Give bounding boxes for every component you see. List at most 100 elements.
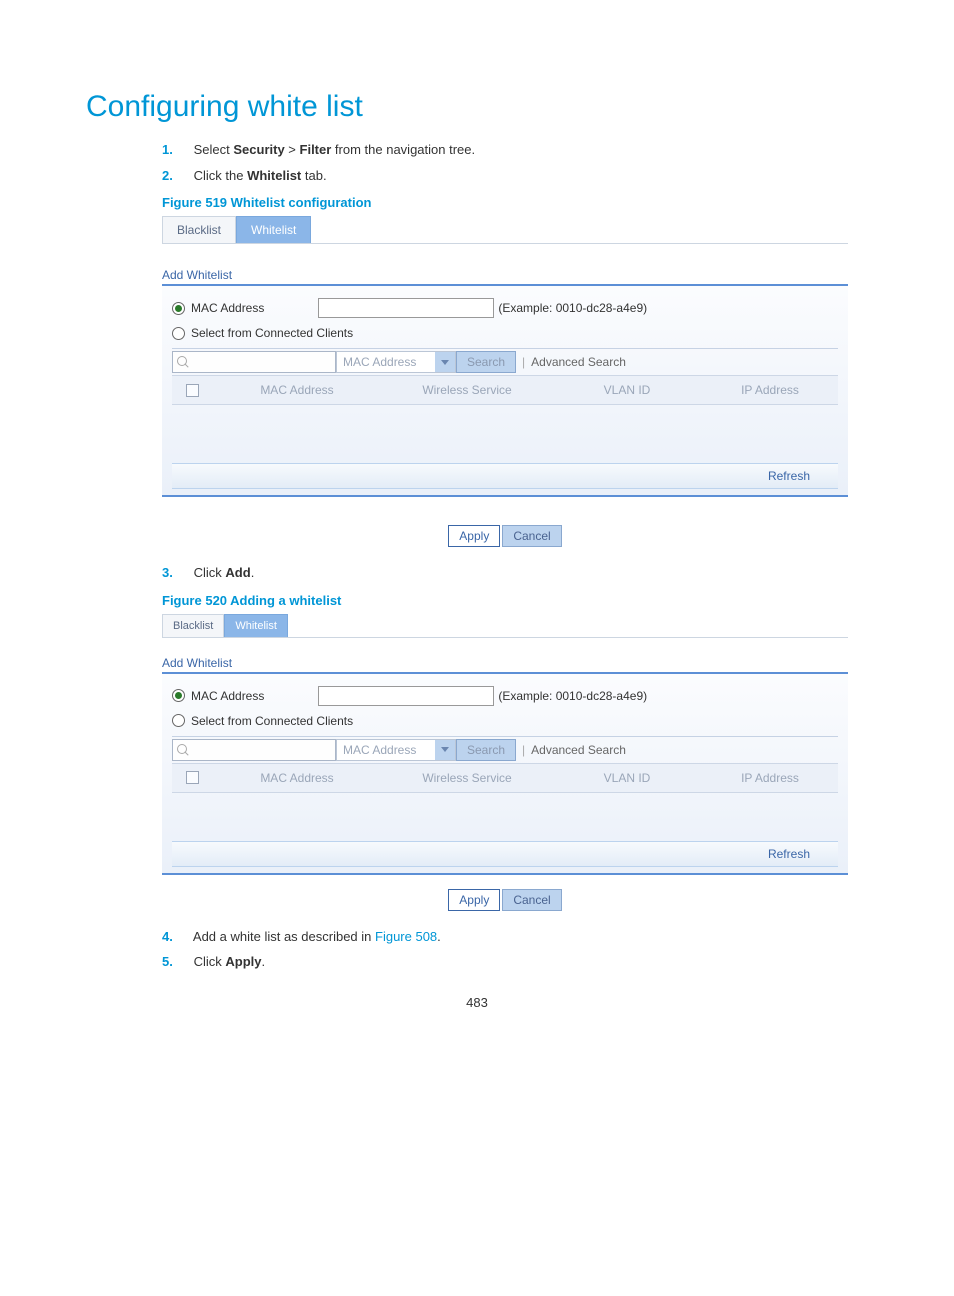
step-number: 2.	[162, 166, 190, 186]
search-row: MAC Address Search | Advanced Search	[172, 736, 838, 761]
step-bold: Whitelist	[247, 168, 301, 183]
radio-label: Select from Connected Clients	[191, 714, 353, 728]
radio-label: Select from Connected Clients	[191, 326, 353, 340]
panel-label-add-whitelist: Add Whitelist	[162, 268, 848, 282]
step-bold: Security	[233, 142, 284, 157]
tab-bar: Blacklist Whitelist	[162, 614, 848, 638]
col-wireless-service: Wireless Service	[382, 771, 552, 785]
step-number: 1.	[162, 140, 190, 160]
panel-label-add-whitelist: Add Whitelist	[162, 656, 848, 670]
radio-label: MAC Address	[191, 689, 264, 703]
step-number: 4.	[162, 927, 190, 947]
radio-label: MAC Address	[191, 301, 264, 315]
search-field-select[interactable]: MAC Address	[336, 739, 456, 761]
separator: |	[522, 743, 525, 757]
figure-caption-519: Figure 519 Whitelist configuration	[162, 195, 868, 210]
table-header: MAC Address Wireless Service VLAN ID IP …	[172, 375, 838, 405]
chevron-down-icon	[435, 352, 455, 372]
step-bold: Filter	[300, 142, 332, 157]
add-whitelist-panel: MAC Address (Example: 0010-dc28-a4e9) Se…	[162, 284, 848, 497]
bottom-bar: Refresh	[172, 841, 838, 867]
step-3: 3. Click Add.	[162, 563, 868, 583]
step-text: >	[285, 142, 300, 157]
mac-address-input[interactable]	[318, 686, 494, 706]
select-label: MAC Address	[343, 355, 416, 369]
step-number: 5.	[162, 952, 190, 972]
search-icon	[177, 744, 189, 756]
search-input[interactable]	[193, 353, 323, 371]
advanced-search-link[interactable]: Advanced Search	[531, 355, 626, 369]
apply-button[interactable]: Apply	[448, 889, 500, 911]
radio-mac-address[interactable]	[172, 689, 185, 702]
step-text: tab.	[301, 168, 326, 183]
separator: |	[522, 355, 525, 369]
figure-link-508[interactable]: Figure 508	[375, 929, 437, 944]
action-row: Apply Cancel	[162, 889, 848, 911]
tab-bar: Blacklist Whitelist	[162, 216, 848, 244]
col-ip-address: IP Address	[702, 383, 838, 397]
tab-blacklist[interactable]: Blacklist	[162, 216, 236, 243]
radio-row-mac: MAC Address (Example: 0010-dc28-a4e9)	[172, 298, 838, 318]
steps-list-final: 4. Add a white list as described in Figu…	[162, 927, 868, 972]
action-row: Apply Cancel	[162, 525, 848, 547]
col-mac-address: MAC Address	[212, 771, 382, 785]
tab-whitelist[interactable]: Whitelist	[224, 614, 288, 637]
step-text: Click	[194, 954, 226, 969]
figure-519: Blacklist Whitelist Add Whitelist MAC Ad…	[162, 216, 848, 547]
step-text: from the navigation tree.	[331, 142, 475, 157]
step-2: 2. Click the Whitelist tab.	[162, 166, 868, 186]
refresh-link[interactable]: Refresh	[768, 847, 810, 861]
page-title: Configuring white list	[86, 90, 868, 124]
search-field-select[interactable]: MAC Address	[336, 351, 456, 373]
step-text: .	[251, 565, 255, 580]
figure-520: Blacklist Whitelist Add Whitelist MAC Ad…	[162, 614, 848, 911]
radio-select-clients[interactable]	[172, 327, 185, 340]
step-bold: Apply	[225, 954, 261, 969]
step-text: Click the	[194, 168, 247, 183]
step-text: Add a white list as described in	[193, 929, 375, 944]
step-text: Click	[194, 565, 226, 580]
cancel-button[interactable]: Cancel	[502, 889, 561, 911]
search-button[interactable]: Search	[456, 739, 516, 761]
search-row: MAC Address Search | Advanced Search	[172, 348, 838, 373]
select-all-checkbox[interactable]	[186, 384, 199, 397]
search-button[interactable]: Search	[456, 351, 516, 373]
col-vlan-id: VLAN ID	[552, 771, 702, 785]
radio-select-clients[interactable]	[172, 714, 185, 727]
table-header: MAC Address Wireless Service VLAN ID IP …	[172, 763, 838, 793]
search-input[interactable]	[193, 741, 323, 759]
radio-row-clients: Select from Connected Clients	[172, 714, 838, 728]
step-1: 1. Select Security > Filter from the nav…	[162, 140, 868, 160]
steps-list: 1. Select Security > Filter from the nav…	[162, 140, 868, 185]
step-text: .	[262, 954, 266, 969]
select-all-checkbox[interactable]	[186, 771, 199, 784]
step-bold: Add	[225, 565, 250, 580]
steps-list-cont: 3. Click Add.	[162, 563, 868, 583]
radio-mac-address[interactable]	[172, 302, 185, 315]
col-ip-address: IP Address	[702, 771, 838, 785]
add-whitelist-panel: MAC Address (Example: 0010-dc28-a4e9) Se…	[162, 672, 848, 875]
tab-whitelist[interactable]: Whitelist	[236, 216, 311, 243]
advanced-search-link[interactable]: Advanced Search	[531, 743, 626, 757]
mac-example-text: (Example: 0010-dc28-a4e9)	[498, 301, 647, 315]
select-label: MAC Address	[343, 743, 416, 757]
apply-button[interactable]: Apply	[448, 525, 500, 547]
figure-caption-520: Figure 520 Adding a whitelist	[162, 593, 868, 608]
bottom-bar: Refresh	[172, 463, 838, 489]
tab-blacklist[interactable]: Blacklist	[162, 614, 224, 637]
col-vlan-id: VLAN ID	[552, 383, 702, 397]
refresh-link[interactable]: Refresh	[768, 469, 810, 483]
chevron-down-icon	[435, 740, 455, 760]
col-mac-address: MAC Address	[212, 383, 382, 397]
step-number: 3.	[162, 563, 190, 583]
radio-row-clients: Select from Connected Clients	[172, 326, 838, 340]
mac-example-text: (Example: 0010-dc28-a4e9)	[498, 689, 647, 703]
mac-address-input[interactable]	[318, 298, 494, 318]
col-wireless-service: Wireless Service	[382, 383, 552, 397]
radio-row-mac: MAC Address (Example: 0010-dc28-a4e9)	[172, 686, 838, 706]
search-icon	[177, 356, 189, 368]
cancel-button[interactable]: Cancel	[502, 525, 561, 547]
page-number: 483	[0, 995, 954, 1010]
search-input-wrap	[172, 739, 336, 761]
step-4: 4. Add a white list as described in Figu…	[162, 927, 868, 947]
